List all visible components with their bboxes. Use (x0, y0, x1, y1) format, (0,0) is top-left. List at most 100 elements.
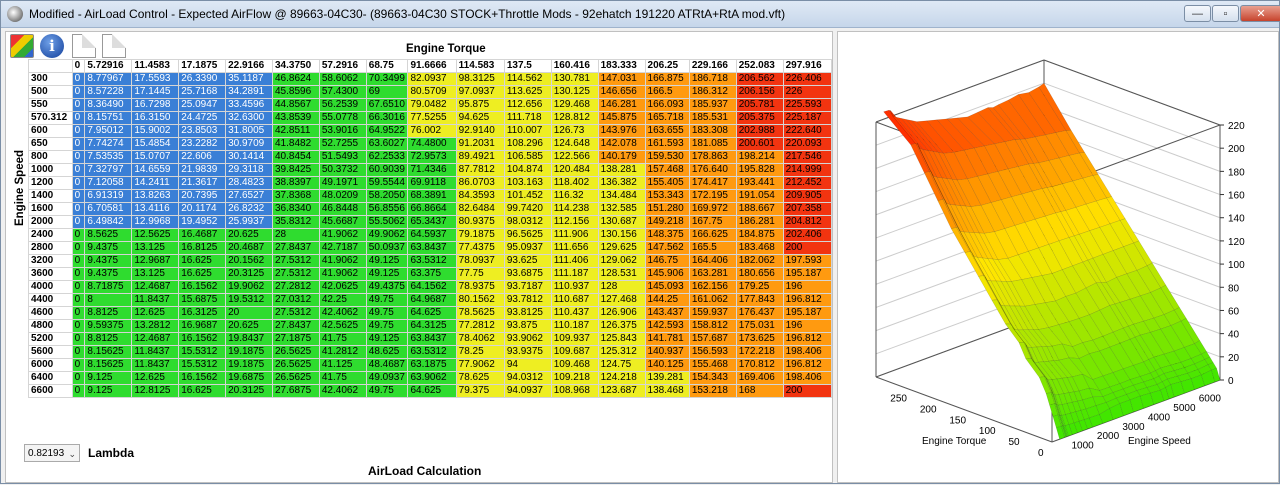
airflow-table[interactable]: 0 5.72916 11.4583 17.1875 22.9166 34.3750 57.2… (28, 59, 833, 398)
table-cell[interactable]: 53.9016 (318, 124, 367, 138)
table-cell[interactable]: 182.062 (735, 254, 784, 268)
table-cell[interactable]: 111.187 (550, 267, 599, 281)
table-cell[interactable]: 129.062 (597, 254, 646, 268)
table-cell[interactable]: 226.406 (782, 72, 833, 86)
table-cell[interactable]: 141.781 (644, 332, 690, 346)
table-cell[interactable]: 226 (782, 85, 833, 99)
table-cell[interactable]: 0 (71, 228, 86, 242)
table-cell[interactable]: 130.156 (597, 228, 646, 242)
table-cell[interactable]: 27.1875 (271, 332, 320, 346)
table-cell[interactable]: 64.9522 (365, 124, 409, 138)
table-cell[interactable]: 9.125 (84, 384, 133, 398)
table-cell[interactable]: 151.280 (644, 202, 690, 216)
close-button[interactable]: ✕ (1240, 5, 1280, 22)
table-cell[interactable]: 161.062 (688, 293, 737, 307)
table-cell[interactable]: 16.1562 (178, 371, 227, 385)
row-header[interactable]: 2800 (28, 241, 73, 255)
table-cell[interactable]: 181.085 (688, 137, 737, 151)
table-cell[interactable]: 20.1174 (178, 202, 227, 216)
table-cell[interactable]: 49.0937 (365, 371, 409, 385)
table-cell[interactable]: 63.375 (407, 267, 457, 281)
table-cell[interactable]: 124.218 (597, 371, 646, 385)
table-cell[interactable]: 0 (71, 85, 86, 99)
row-header[interactable]: 570.312 (28, 111, 73, 125)
table-cell[interactable]: 167.75 (688, 215, 737, 229)
table-cell[interactable]: 118.402 (550, 176, 599, 190)
table-cell[interactable]: 125.843 (597, 332, 646, 346)
table-cell[interactable]: 139.281 (644, 371, 690, 385)
table-cell[interactable]: 111.906 (550, 228, 599, 242)
table-cell[interactable]: 200 (782, 241, 833, 255)
table-cell[interactable]: 42.7187 (318, 241, 367, 255)
table-cell[interactable]: 93.625 (503, 254, 552, 268)
table-cell[interactable]: 65.3437 (407, 215, 457, 229)
table-cell[interactable]: 111.718 (503, 111, 552, 125)
table-cell[interactable]: 225.593 (782, 98, 833, 112)
table-cell[interactable]: 172.218 (735, 345, 784, 359)
table-cell[interactable]: 12.4687 (131, 332, 180, 346)
table-cell[interactable]: 98.0312 (503, 215, 552, 229)
table-cell[interactable]: 19.1875 (225, 358, 273, 372)
table-cell[interactable]: 130.125 (550, 85, 599, 99)
table-cell[interactable]: 108.296 (503, 137, 552, 151)
table-cell[interactable]: 169.406 (735, 371, 784, 385)
table-cell[interactable]: 13.125 (131, 241, 180, 255)
table-cell[interactable]: 26.5625 (271, 371, 320, 385)
table-cell[interactable]: 33.4596 (225, 98, 273, 112)
table-cell[interactable]: 69 (365, 85, 409, 99)
table-cell[interactable]: 39.8425 (271, 163, 320, 177)
table-cell[interactable]: 72.9573 (407, 150, 457, 164)
table-cell[interactable]: 78.0937 (455, 254, 505, 268)
column-header[interactable]: 229.166 (688, 59, 737, 73)
table-cell[interactable]: 14.2411 (131, 176, 180, 190)
table-cell[interactable]: 163.655 (644, 124, 690, 138)
table-cell[interactable]: 49.9062 (365, 228, 409, 242)
table-cell[interactable]: 16.7298 (131, 98, 180, 112)
table-cell[interactable]: 109.468 (550, 358, 599, 372)
table-cell[interactable]: 19.6875 (225, 371, 273, 385)
table-cell[interactable]: 98.3125 (455, 72, 505, 86)
table-cell[interactable]: 184.875 (735, 228, 784, 242)
table-cell[interactable]: 111.656 (550, 241, 599, 255)
info-icon[interactable]: i (40, 34, 64, 58)
table-cell[interactable]: 145.906 (644, 267, 690, 281)
table-cell[interactable]: 110.007 (503, 124, 552, 138)
table-cell[interactable]: 176.640 (688, 163, 737, 177)
table-cell[interactable]: 12.625 (131, 371, 180, 385)
table-cell[interactable]: 99.7420 (503, 202, 552, 216)
table-cell[interactable]: 198.406 (782, 345, 833, 359)
table-cell[interactable]: 64.1562 (407, 280, 457, 294)
table-cell[interactable]: 128 (597, 280, 646, 294)
table-cell[interactable]: 12.9687 (131, 254, 180, 268)
table-cell[interactable]: 34.2891 (225, 85, 273, 99)
table-cell[interactable]: 7.12058 (84, 176, 133, 190)
table-cell[interactable]: 0 (71, 189, 86, 203)
row-header[interactable]: 4400 (28, 293, 73, 307)
table-cell[interactable]: 26.3390 (178, 72, 227, 86)
table-cell[interactable]: 0 (71, 111, 86, 125)
table-cell[interactable]: 144.25 (644, 293, 690, 307)
table-cell[interactable]: 186.281 (735, 215, 784, 229)
table-cell[interactable]: 159.937 (688, 306, 737, 320)
table-cell[interactable]: 8.8125 (84, 332, 133, 346)
table-cell[interactable]: 42.25 (318, 293, 367, 307)
table-cell[interactable]: 11.8437 (131, 293, 180, 307)
table-cell[interactable]: 0 (71, 241, 86, 255)
maximize-button[interactable]: ▫ (1212, 5, 1239, 22)
table-cell[interactable]: 8.8125 (84, 306, 133, 320)
table-cell[interactable]: 111.406 (550, 254, 599, 268)
table-cell[interactable]: 84.3593 (455, 189, 505, 203)
table-cell[interactable]: 28 (271, 228, 320, 242)
table-cell[interactable]: 45.8596 (271, 85, 320, 99)
table-cell[interactable]: 7.74274 (84, 137, 133, 151)
table-cell[interactable]: 63.9062 (407, 371, 457, 385)
table-cell[interactable]: 49.75 (365, 293, 409, 307)
table-cell[interactable]: 64.3125 (407, 319, 457, 333)
row-header[interactable]: 550 (28, 98, 73, 112)
table-cell[interactable]: 165.5 (688, 241, 737, 255)
table-cell[interactable]: 26.5625 (271, 345, 320, 359)
table-cell[interactable]: 147.031 (597, 72, 646, 86)
table-cell[interactable]: 19.9062 (225, 280, 273, 294)
table-cell[interactable]: 198.406 (782, 371, 833, 385)
table-cell[interactable]: 214.999 (782, 163, 833, 177)
